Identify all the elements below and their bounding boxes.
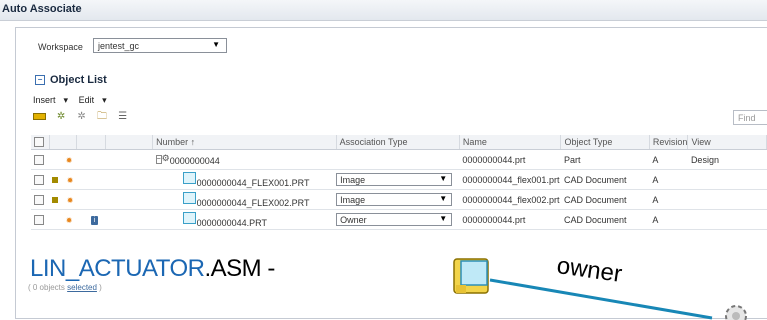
- connector-line: [489, 278, 713, 320]
- gear-icon: [725, 305, 747, 320]
